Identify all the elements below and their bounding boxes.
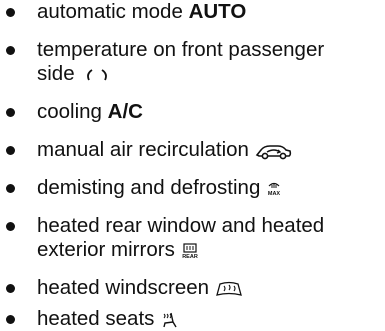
bullet	[6, 222, 15, 231]
ac-label: A/C	[107, 100, 143, 123]
item-text-line2: side	[37, 62, 75, 85]
bullet	[6, 184, 15, 193]
air-recirculation-icon	[255, 144, 291, 159]
rear-defrost-icon: REAR	[182, 242, 198, 260]
item-text-line1: heated rear window and heated	[37, 214, 325, 237]
item-text: heated windscreen	[37, 276, 210, 299]
max-label: MAX	[268, 191, 281, 197]
bullet	[6, 146, 15, 155]
max-defrost-icon: MAX	[268, 182, 281, 197]
item-text: manual air recirculation	[37, 138, 249, 161]
bullet	[6, 315, 15, 324]
bullet	[6, 108, 15, 117]
bullet	[6, 8, 15, 17]
auto-label: AUTO	[188, 0, 247, 23]
bullet	[6, 46, 15, 55]
item-text: demisting and defrosting	[37, 176, 261, 199]
item-text: cooling	[37, 100, 108, 123]
item-text-line2: exterior mirrors	[37, 238, 175, 261]
temperature-knob-icon	[87, 68, 108, 80]
item-text-line1: temperature on front passenger	[37, 38, 325, 61]
rear-label: REAR	[182, 254, 198, 260]
item-text: automatic mode	[37, 0, 189, 23]
heated-windscreen-icon	[215, 281, 242, 296]
feature-list: automatic mode AUTO temperature on front…	[0, 0, 385, 330]
bullet	[6, 284, 15, 293]
heated-seat-icon	[163, 312, 177, 327]
